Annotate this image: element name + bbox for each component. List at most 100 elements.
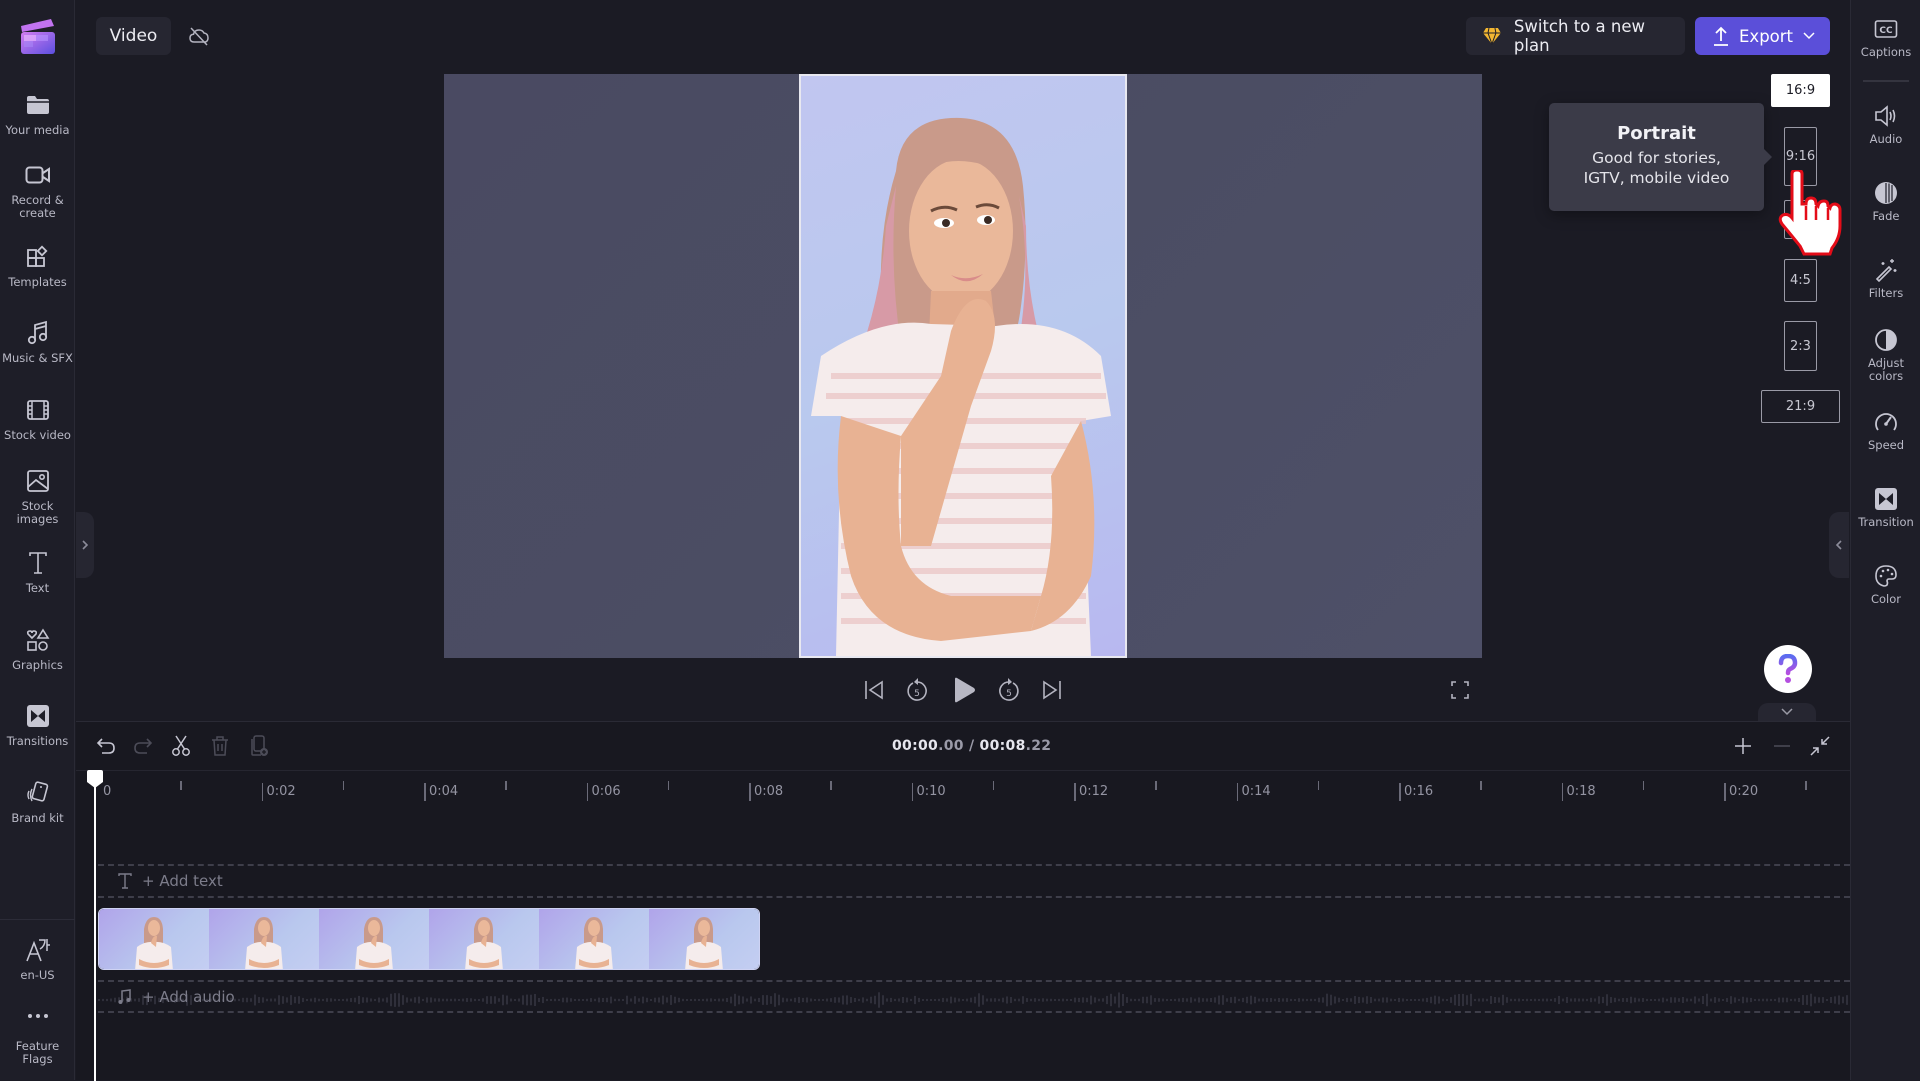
fullscreen-button[interactable] (1446, 676, 1474, 704)
zoom-out-button[interactable] (1770, 734, 1794, 758)
waveform-bar (726, 998, 728, 1002)
video-preview-canvas[interactable] (444, 74, 1482, 658)
chevron-left-icon (1835, 540, 1842, 550)
waveform-bar (1054, 998, 1056, 1002)
waveform-bar (238, 998, 240, 1002)
waveform-bar (290, 995, 292, 1005)
collapse-preview-button[interactable] (1758, 703, 1816, 721)
sidebar-item-feature-flags[interactable]: Feature Flags (0, 1008, 75, 1066)
sidebar-item-your-media[interactable]: Your media (0, 92, 75, 137)
delete-button[interactable] (208, 734, 232, 758)
sidebar-item-transitions[interactable]: Transitions (0, 703, 75, 748)
rewind-5s-button[interactable]: 5 (903, 676, 931, 704)
duplicate-button[interactable] (247, 734, 271, 758)
redo-button[interactable] (131, 734, 155, 758)
waveform-bar (242, 997, 244, 1003)
waveform-bar (566, 997, 568, 1003)
expand-right-panel-button[interactable] (1829, 512, 1849, 578)
property-item-speed[interactable]: Speed (1851, 409, 1920, 452)
add-text-track-button[interactable]: + Add text (118, 872, 223, 890)
waveform-bar (1062, 998, 1064, 1002)
sidebar-item-graphics[interactable]: Graphics (0, 627, 75, 672)
help-button[interactable] (1764, 645, 1812, 693)
playhead-handle[interactable] (87, 770, 103, 788)
sidebar-item-stock-images[interactable]: Stock images (0, 468, 75, 526)
ruler-label: 0:18 (1566, 784, 1596, 799)
waveform-bar (498, 998, 500, 1002)
waveform-bar (1774, 998, 1776, 1002)
property-item-label: Color (1870, 592, 1902, 606)
video-clip[interactable] (98, 908, 760, 970)
waveform-bar (266, 998, 268, 1002)
aspect-ratio-4-5[interactable]: 4:5 (1784, 259, 1817, 302)
skip-to-start-button[interactable] (860, 676, 888, 704)
property-item-fade[interactable]: Fade (1851, 180, 1920, 223)
waveform-bar (710, 998, 712, 1002)
waveform-bar (502, 994, 504, 1006)
add-audio-track-button[interactable]: + Add audio (118, 988, 235, 1006)
waveform-bar (1674, 997, 1676, 1003)
property-item-color[interactable]: Color (1851, 563, 1920, 606)
waveform-bar (258, 997, 260, 1003)
waveform-bar (470, 998, 472, 1002)
split-button[interactable] (169, 734, 193, 758)
playhead[interactable] (94, 778, 96, 1081)
play-button[interactable] (950, 676, 978, 704)
expand-left-panel-button[interactable] (76, 512, 94, 578)
property-item-audio[interactable]: Audio (1851, 103, 1920, 146)
export-button[interactable]: Export (1695, 17, 1830, 55)
skip-to-end-button[interactable] (1038, 676, 1066, 704)
sidebar-item-text[interactable]: Text (0, 550, 75, 595)
waveform-bar (658, 997, 660, 1003)
cloud-off-icon[interactable] (188, 25, 210, 47)
aspect-ratio-2-3[interactable]: 2:3 (1784, 321, 1817, 371)
sidebar-item-stock-video[interactable]: Stock video (0, 397, 75, 442)
clipchamp-logo[interactable] (18, 16, 58, 56)
sidebar-item-music-sfx[interactable]: Music & SFX (0, 320, 75, 365)
sidebar-item-language[interactable]: en-US (0, 937, 75, 982)
sidebar-item-label: Your media (5, 123, 70, 137)
waveform-bar (418, 996, 420, 1004)
switch-plan-button[interactable]: Switch to a new plan (1466, 17, 1685, 55)
current-time-frames: .00 (938, 738, 964, 754)
project-name-tab[interactable]: Video (96, 17, 171, 55)
waveform-bar (1554, 998, 1556, 1002)
waveform-bar (462, 998, 464, 1002)
scissors-icon (172, 735, 190, 756)
waveform-bar (1726, 998, 1728, 1002)
sidebar-item-label: Music & SFX (2, 351, 73, 365)
palette-icon (1873, 563, 1899, 589)
waveform-bar (1542, 998, 1544, 1002)
property-item-adjust-colors[interactable]: Adjust colors (1851, 327, 1920, 383)
undo-button[interactable] (94, 734, 118, 758)
waveform-bar (506, 995, 508, 1005)
waveform-bar (758, 997, 760, 1003)
waveform-bar (1570, 998, 1572, 1002)
waveform-bar (1578, 998, 1580, 1002)
waveform-bar (1018, 998, 1020, 1002)
sidebar-item-label: Brand kit (11, 811, 64, 825)
language-icon (25, 937, 51, 963)
sidebar-item-record-create[interactable]: Record & create (0, 162, 75, 220)
waveform-bar (518, 998, 520, 1002)
waveform-bar (1502, 994, 1504, 1006)
property-item-transition[interactable]: Transition (1851, 486, 1920, 529)
waveform-bar (1638, 998, 1640, 1002)
sidebar-item-label: Stock images (16, 499, 59, 526)
text-icon (25, 550, 51, 576)
waveform-bar (1762, 998, 1764, 1002)
tooltip-description-line2: IGTV, mobile video (1583, 169, 1730, 187)
aspect-ratio-16-9[interactable]: 16:9 (1771, 74, 1830, 107)
zoom-in-button[interactable] (1731, 734, 1755, 758)
switch-plan-label: Switch to a new plan (1513, 17, 1645, 55)
property-item-captions[interactable]: CC Captions (1851, 16, 1920, 59)
waveform-bar (654, 997, 656, 1003)
property-item-filters[interactable]: Filters (1851, 257, 1920, 300)
sidebar-item-brand-kit[interactable]: Brand kit (0, 780, 75, 825)
fit-timeline-button[interactable] (1808, 734, 1832, 758)
forward-5s-button[interactable]: 5 (995, 676, 1023, 704)
sidebar-item-templates[interactable]: Templates (0, 244, 75, 289)
waveform-bar (862, 997, 864, 1003)
timeline-ruler[interactable]: 0 0:02 0:04 0:06 0:08 0:10 0:12 0:14 0:16 0:18 0:2… (76, 770, 1850, 810)
aspect-ratio-21-9[interactable]: 21:9 (1761, 390, 1840, 423)
